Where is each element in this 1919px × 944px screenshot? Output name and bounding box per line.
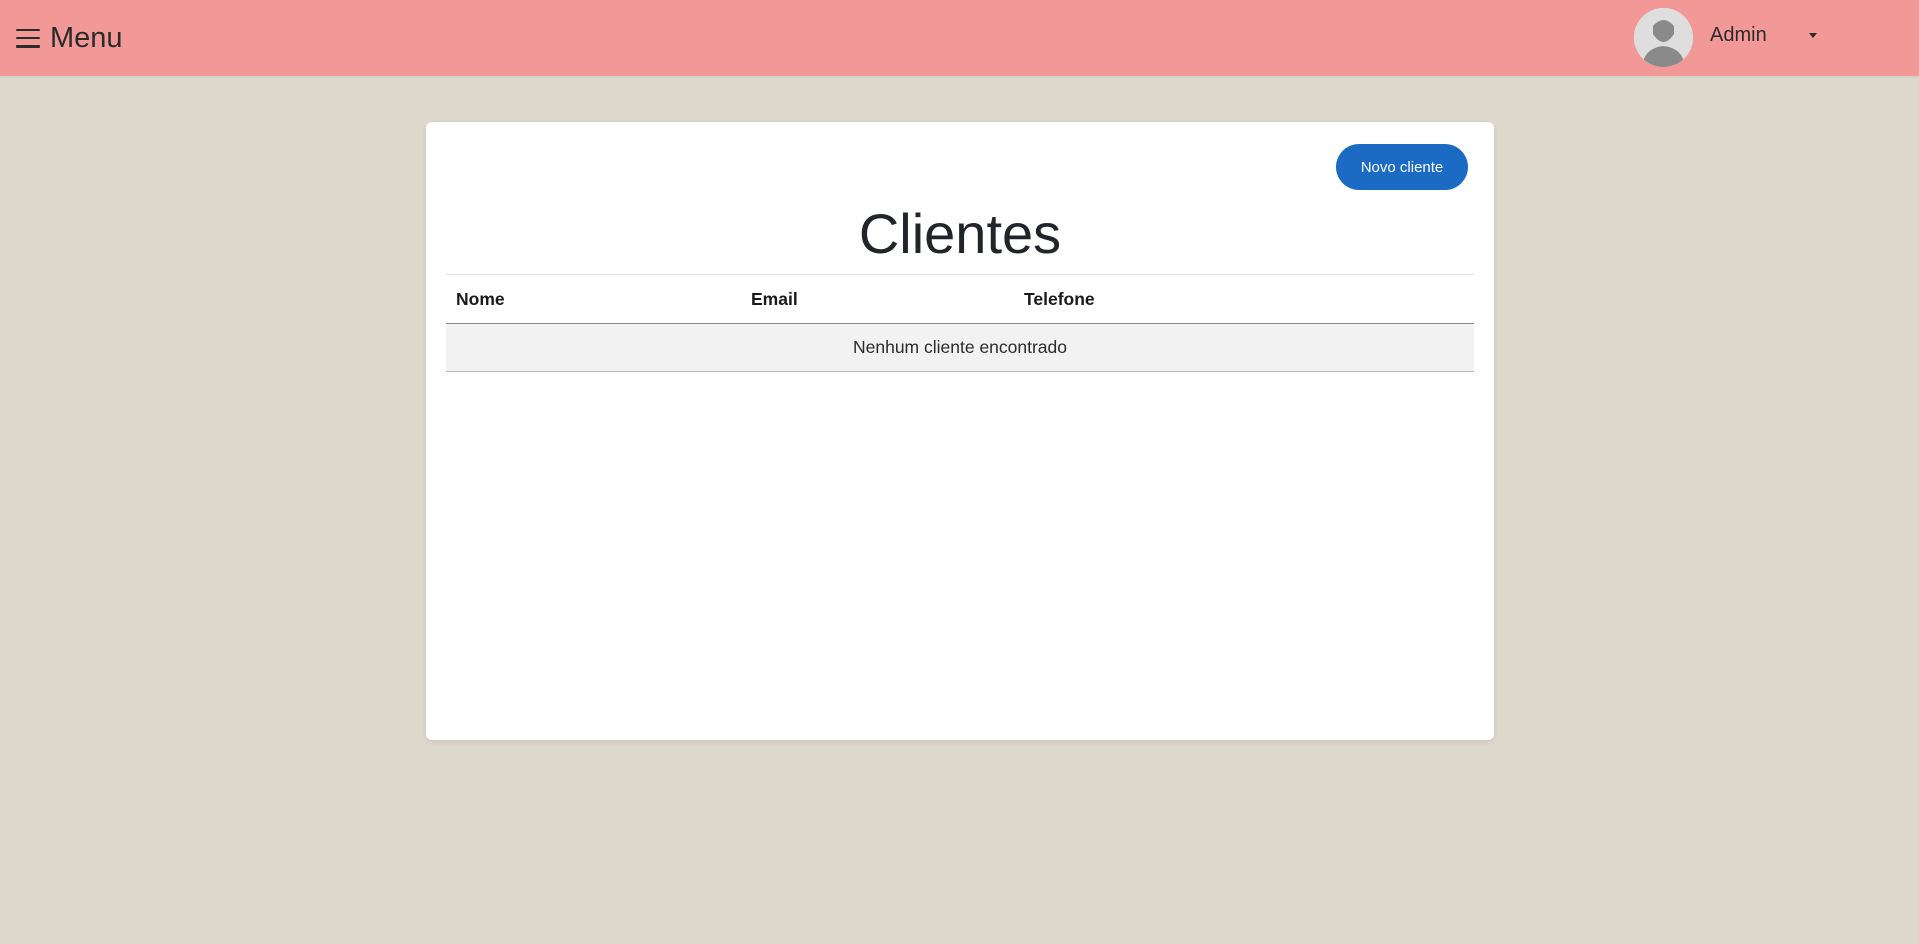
- clients-table: Nome Email Telefone Nenhum cliente encon…: [446, 274, 1474, 372]
- user-name: Admin: [1710, 24, 1767, 46]
- column-header-name: Nome: [446, 274, 741, 324]
- menu-label: Menu: [50, 21, 123, 54]
- avatar-icon: [1634, 8, 1693, 67]
- empty-message: Nenhum cliente encontrado: [446, 323, 1474, 372]
- navbar: Menu Admin: [0, 0, 1919, 76]
- new-client-button[interactable]: Novo cliente: [1336, 144, 1468, 190]
- table-row: Nenhum cliente encontrado: [446, 323, 1474, 372]
- caret-down-icon[interactable]: [1808, 33, 1817, 38]
- hamburger-icon: [16, 28, 40, 48]
- column-header-email: Email: [741, 274, 1014, 324]
- clients-card: Novo cliente Clientes Nome Email Telefon…: [426, 122, 1494, 740]
- table-header-row: Nome Email Telefone: [446, 274, 1474, 324]
- page-title: Clientes: [858, 202, 1062, 265]
- column-header-phone: Telefone: [1014, 274, 1474, 324]
- clients-table-wrapper: Nome Email Telefone Nenhum cliente encon…: [446, 274, 1474, 372]
- menu-button[interactable]: Menu: [16, 18, 123, 58]
- user-menu[interactable]: Admin: [1634, 8, 1817, 67]
